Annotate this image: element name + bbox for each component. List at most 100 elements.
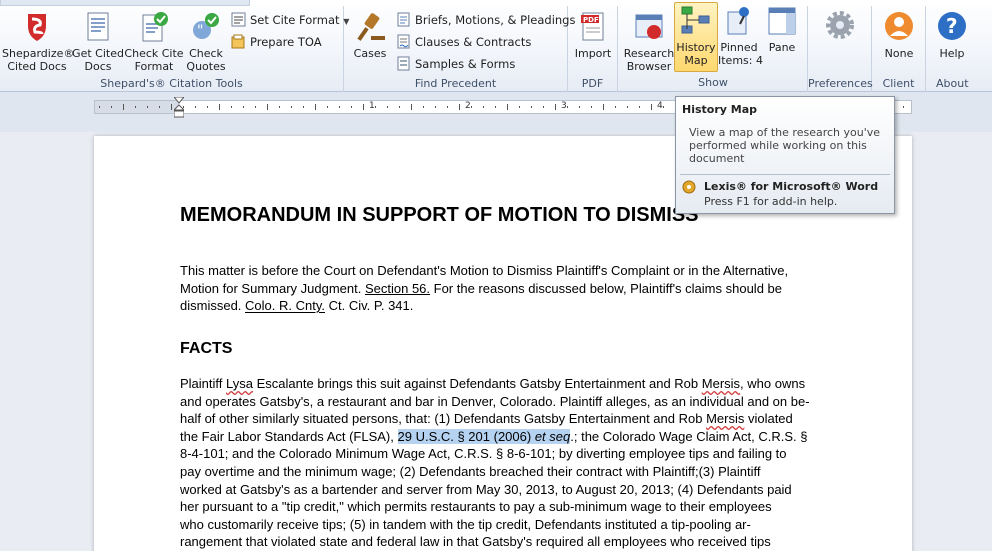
pin-icon — [722, 4, 756, 38]
quotes-check-icon: " — [189, 10, 223, 44]
selected-citation[interactable]: 29 U.S.C. § 201 (2006) et seq — [397, 428, 571, 444]
history-map-tooltip: History Map View a map of the research y… — [675, 96, 895, 214]
ruler-left-margin — [95, 101, 179, 113]
group-pdf: PDF Import PDF — [568, 6, 618, 92]
ruler-tick — [327, 106, 328, 108]
import-button[interactable]: PDF Import — [572, 10, 614, 60]
ribbon: Shepardize® Cited Docs Get Cited Docs Ch… — [0, 0, 992, 92]
ruler-tick — [255, 106, 256, 108]
ruler-tick — [903, 106, 904, 108]
ruler-tick — [147, 106, 148, 108]
ruler-tick — [603, 104, 604, 110]
facts-heading: FACTS — [180, 340, 233, 357]
tooltip-title: History Map — [682, 103, 758, 116]
text-line: and operates Gatsby's, a restaurant and … — [180, 393, 810, 409]
ruler-tick — [159, 106, 160, 108]
ruler-tick — [99, 106, 100, 108]
forms-icon — [396, 56, 411, 71]
pane-icon — [765, 4, 799, 38]
ruler-tick — [123, 104, 124, 110]
facts-paragraph: Plaintiff Lysa Escalante brings this sui… — [180, 375, 830, 551]
pdf-icon: PDF — [576, 10, 610, 44]
ruler-tick — [639, 106, 640, 108]
preferences-button[interactable] — [822, 10, 858, 47]
ruler-tick — [579, 106, 580, 108]
group-label-about: About — [936, 77, 969, 90]
format-list-icon — [231, 12, 246, 27]
text-line: dismissed. Colo. R. Cnty. Ct. Civ. P. 34… — [180, 298, 414, 314]
group-label-find-precedent: Find Precedent — [414, 77, 497, 90]
group-find-precedent: Cases Briefs, Motions, & Pleadings Claus… — [344, 6, 575, 92]
brief-document-icon — [396, 12, 411, 27]
ruler-tick — [399, 106, 400, 108]
ruler-tick — [351, 106, 352, 108]
text-line: rangement that violated state and federa… — [180, 534, 771, 550]
text-line: half of other similarly situated persons… — [180, 411, 793, 427]
svg-text:": " — [197, 23, 203, 39]
ruler-tick — [447, 106, 448, 108]
get-cited-docs-button[interactable]: Get Cited Docs — [72, 10, 124, 73]
group-label-client: Client — [882, 77, 915, 90]
ruler-tick — [231, 106, 232, 108]
ruler-tick — [195, 106, 196, 108]
ruler-tick — [555, 104, 556, 110]
citation-link[interactable]: Section 56. — [365, 281, 430, 296]
tooltip-separator — [680, 174, 890, 175]
samples-forms-button[interactable]: Samples & Forms — [396, 55, 515, 73]
text-line: 8-4-101; and the Colorado Minimum Wage A… — [180, 446, 787, 462]
ruler-tick — [435, 106, 436, 108]
briefs-motions-pleadings-button[interactable]: Briefs, Motions, & Pleadings — [396, 11, 575, 29]
ruler-tick — [111, 106, 112, 108]
group-label-citation-tools: Shepard's® Citation Tools — [100, 77, 243, 90]
ruler-tick — [531, 106, 532, 108]
ruler-tick — [171, 104, 172, 110]
client-none-button[interactable]: None — [878, 10, 920, 60]
check-quotes-button[interactable]: " Check Quotes — [184, 10, 228, 73]
ruler-tick — [387, 106, 388, 108]
ruler-tick — [495, 106, 496, 108]
check-cite-format-button[interactable]: Check Cite Format — [124, 10, 184, 73]
ruler-tick — [651, 104, 652, 110]
pane-button[interactable]: Pane — [762, 4, 802, 54]
ruler-tick — [507, 104, 508, 110]
group-preferences: Preferences — [808, 6, 873, 92]
ruler-tick — [411, 104, 412, 110]
ruler-tick — [471, 106, 472, 108]
ruler-number: 1 — [369, 101, 375, 111]
text-line: Plaintiff Lysa Escalante brings this sui… — [180, 376, 806, 391]
ruler-tick — [291, 106, 292, 108]
ruler-number: 3 — [561, 101, 567, 111]
ruler-tick — [615, 106, 616, 108]
text-line: Motion for Summary Judgment. Section 56.… — [180, 280, 782, 296]
shepardize-button[interactable]: Shepardize® Cited Docs — [2, 10, 74, 73]
ruler-tick — [135, 106, 136, 108]
ruler-tick — [483, 106, 484, 108]
ruler-tick — [363, 104, 364, 110]
gear-icon — [823, 10, 857, 44]
prepare-toa-button[interactable]: Prepare TOA — [231, 33, 322, 51]
help-button[interactable]: ? Help — [932, 10, 972, 60]
indent-marker[interactable] — [172, 96, 186, 119]
citation-link[interactable]: Colo. R. Cnty. — [245, 298, 325, 313]
ruler-tick — [543, 106, 544, 108]
contract-icon — [396, 34, 411, 49]
ruler-tick — [303, 106, 304, 108]
ruler-tick — [219, 104, 220, 110]
set-cite-format-button[interactable]: Set Cite Format ▼ — [231, 11, 349, 29]
ruler-tick — [207, 106, 208, 108]
lexis-addin-icon — [682, 180, 696, 194]
history-map-button[interactable]: History Map — [674, 4, 718, 67]
text-line: the Fair Labor Standards Act (FLSA), 29 … — [180, 428, 808, 444]
cases-button[interactable]: Cases — [350, 10, 390, 60]
pinned-items-button[interactable]: Pinned Items: 4 — [718, 4, 763, 67]
research-browser-button[interactable]: Research Browser — [622, 10, 676, 73]
clauses-contracts-button[interactable]: Clauses & Contracts — [396, 33, 531, 51]
group-label-pdf: PDF — [581, 77, 604, 90]
tooltip-help-text: Press F1 for add-in help. — [704, 195, 838, 208]
group-about: ? Help About — [926, 6, 992, 92]
text-line: who customarily receive tips; (5) in tan… — [180, 516, 751, 532]
client-person-icon — [882, 10, 916, 44]
ruler-tick — [243, 106, 244, 108]
toa-icon — [231, 34, 246, 49]
text-line: This matter is before the Court on Defen… — [180, 263, 789, 278]
